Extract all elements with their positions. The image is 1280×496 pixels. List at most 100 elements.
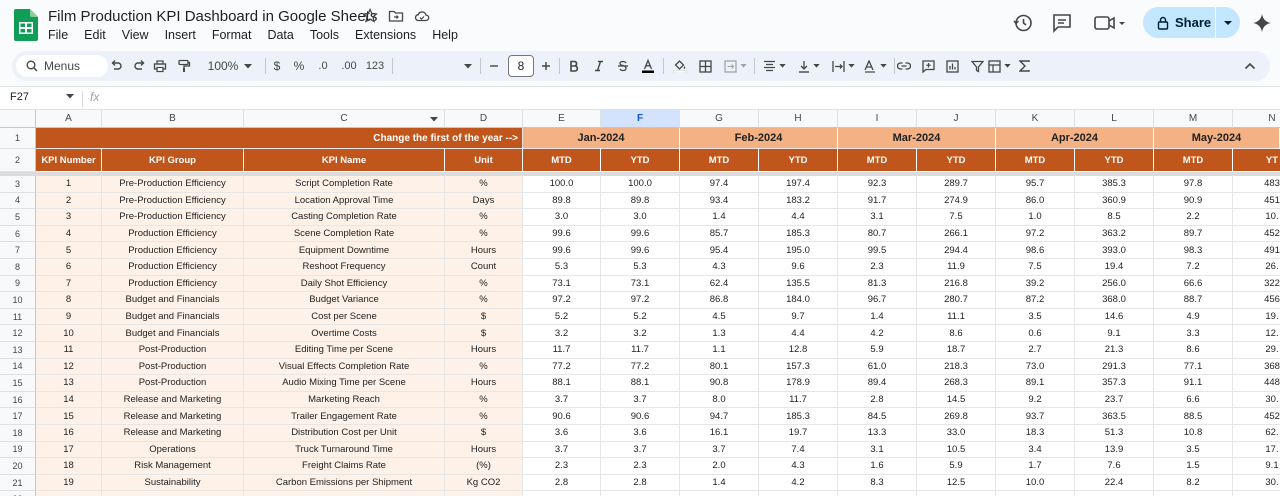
row-header[interactable]: 7: [0, 242, 36, 259]
table-cell[interactable]: 80.7: [838, 225, 917, 243]
table-cell[interactable]: 19.7: [759, 425, 838, 442]
table-cell[interactable]: 456: [1233, 292, 1280, 309]
table-cell[interactable]: Daily Shot Efficiency: [244, 275, 445, 293]
table-cell[interactable]: 7.2: [1154, 259, 1233, 276]
table-cell[interactable]: Casting Completion Rate: [244, 209, 445, 226]
table-cell[interactable]: 9.2: [996, 391, 1075, 409]
table-cell[interactable]: 5.3: [523, 259, 601, 276]
table-cell[interactable]: 12: [36, 358, 102, 376]
table-cell[interactable]: 256.0: [1075, 275, 1154, 293]
row-header[interactable]: 9: [0, 275, 36, 293]
table-cell[interactable]: %: [445, 358, 523, 376]
table-cell[interactable]: Days: [445, 192, 523, 210]
table-cell[interactable]: 95.4: [680, 242, 759, 259]
table-cell[interactable]: 19.4: [1075, 259, 1154, 276]
menu-tools[interactable]: Tools: [302, 27, 347, 43]
table-cell[interactable]: 3.2: [601, 325, 680, 342]
table-cell[interactable]: 100.0: [601, 176, 680, 193]
table-cell[interactable]: 80.1: [680, 358, 759, 376]
table-cell[interactable]: Post-Production: [102, 358, 244, 376]
table-cell[interactable]: 3.6: [523, 425, 601, 442]
table-cell[interactable]: 18: [36, 458, 102, 475]
row-header[interactable]: 6: [0, 225, 36, 243]
filter-dropdown-icon[interactable]: [430, 117, 438, 122]
table-cell[interactable]: 491: [1233, 242, 1280, 259]
table-cell[interactable]: 363.5: [1075, 408, 1154, 425]
table-cell[interactable]: 17.: [1233, 442, 1280, 459]
table-cell[interactable]: 3.4: [996, 441, 1075, 459]
table-cell[interactable]: 88.5: [1154, 408, 1233, 425]
table-cell[interactable]: Reshoot Frequency: [244, 259, 445, 276]
share-button[interactable]: Share: [1143, 7, 1240, 38]
table-cell[interactable]: [838, 491, 917, 496]
table-cell[interactable]: 62.4: [680, 275, 759, 293]
cloud-status-icon[interactable]: [414, 8, 430, 24]
table-cell[interactable]: 7.4: [759, 441, 838, 459]
table-cell[interactable]: 86.8: [680, 292, 759, 309]
table-cell[interactable]: 183.2: [759, 192, 838, 210]
table-cell[interactable]: 393.0: [1075, 242, 1154, 259]
table-cell[interactable]: 9.1: [1075, 325, 1154, 342]
table-cell[interactable]: [917, 491, 996, 496]
table-cell[interactable]: 10.5: [917, 441, 996, 459]
table-cell[interactable]: 178.9: [759, 375, 838, 392]
table-cell[interactable]: 85.7: [680, 225, 759, 243]
column-header-k[interactable]: K: [996, 110, 1075, 128]
table-cell[interactable]: 452: [1233, 408, 1280, 425]
table-cell[interactable]: 2.3: [523, 458, 601, 475]
row-header[interactable]: 20: [0, 458, 36, 475]
text-color-button[interactable]: [636, 51, 660, 81]
table-cell[interactable]: 88.1: [601, 375, 680, 392]
table-cell[interactable]: 18.3: [996, 425, 1075, 442]
table-cell[interactable]: 9.6: [759, 259, 838, 276]
menu-insert[interactable]: Insert: [157, 27, 204, 43]
table-cell[interactable]: [445, 491, 523, 496]
font-family-select[interactable]: [398, 51, 478, 81]
table-cell[interactable]: $: [445, 325, 523, 342]
table-cell[interactable]: Pre-Production Efficiency: [102, 176, 244, 193]
table-cell[interactable]: 2.0: [680, 458, 759, 475]
table-cell[interactable]: 8.3: [838, 474, 917, 492]
table-cell[interactable]: 86.0: [996, 192, 1075, 210]
table-cell[interactable]: [1154, 491, 1233, 496]
table-cell[interactable]: 14.6: [1075, 308, 1154, 326]
comments-icon[interactable]: [1051, 12, 1073, 34]
row-header[interactable]: 12: [0, 325, 36, 342]
move-folder-icon[interactable]: [388, 8, 404, 24]
table-cell[interactable]: 11: [36, 342, 102, 359]
table-cell[interactable]: Budget and Financials: [102, 325, 244, 342]
column-header-d[interactable]: D: [445, 110, 523, 128]
table-cell[interactable]: 11.7: [601, 342, 680, 359]
text-wrapping-button[interactable]: [826, 51, 860, 81]
spreadsheet-grid[interactable]: A B C D E F G H I J K L M N 1 2 3 4 5 6 7 8 9 10 11 12 13 14 15 16 17 1…: [0, 110, 1280, 496]
menu-extensions[interactable]: Extensions: [347, 27, 424, 43]
horizontal-align-button[interactable]: [757, 51, 791, 81]
table-cell[interactable]: 92.3: [838, 176, 917, 193]
table-cell[interactable]: 4.5: [680, 308, 759, 326]
table-cell[interactable]: 3.5: [1154, 441, 1233, 459]
table-cell[interactable]: 5: [36, 242, 102, 259]
table-cell[interactable]: 13.9: [1075, 441, 1154, 459]
table-cell[interactable]: Equipment Downtime: [244, 242, 445, 259]
table-cell[interactable]: 91.7: [838, 192, 917, 210]
decrease-decimal-button[interactable]: .0: [311, 51, 335, 81]
insert-comment-button[interactable]: [916, 51, 940, 81]
font-size-increase-button[interactable]: [536, 51, 556, 81]
table-cell[interactable]: 195.0: [759, 242, 838, 259]
table-cell[interactable]: 99.6: [523, 242, 601, 259]
table-cell[interactable]: 184.0: [759, 292, 838, 309]
table-cell[interactable]: 3.7: [680, 441, 759, 459]
table-cell[interactable]: Release and Marketing: [102, 408, 244, 425]
table-cell[interactable]: Production Efficiency: [102, 259, 244, 276]
table-cell[interactable]: [601, 491, 680, 496]
table-cell[interactable]: $: [445, 308, 523, 326]
table-cell[interactable]: 10.: [1233, 209, 1280, 226]
increase-decimal-button[interactable]: .00: [336, 51, 362, 81]
table-cell[interactable]: 274.9: [917, 192, 996, 210]
name-box[interactable]: F27: [10, 91, 29, 103]
borders-button[interactable]: [693, 51, 717, 81]
vertical-align-button[interactable]: [792, 51, 826, 81]
table-cell[interactable]: 4.9: [1154, 308, 1233, 326]
table-cell[interactable]: Production Efficiency: [102, 275, 244, 293]
font-size-decrease-button[interactable]: [484, 51, 504, 81]
